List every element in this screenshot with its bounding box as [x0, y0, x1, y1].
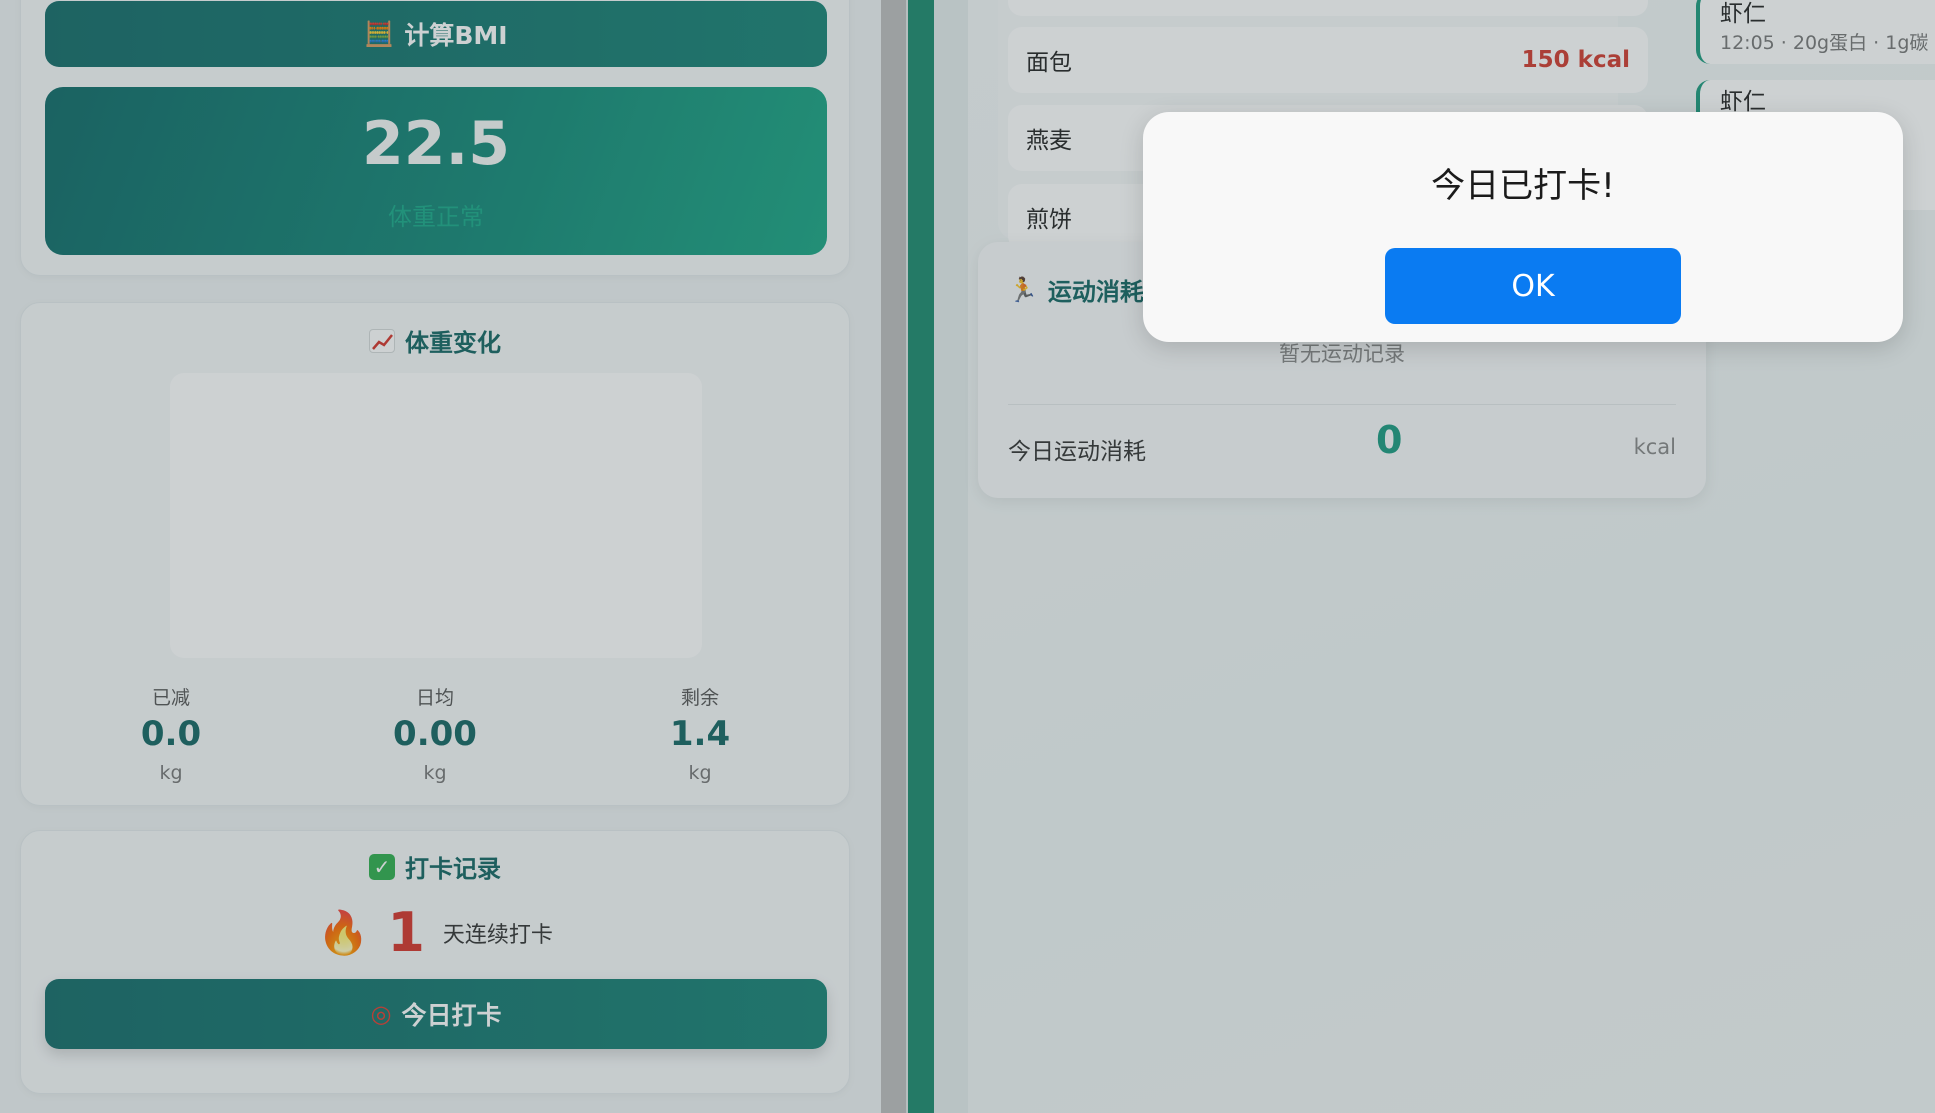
alert-ok-button[interactable]: OK	[1385, 248, 1681, 324]
alert-dialog: 今日已打卡! OK	[1143, 112, 1903, 342]
alert-message: 今日已打卡!	[1431, 166, 1615, 206]
